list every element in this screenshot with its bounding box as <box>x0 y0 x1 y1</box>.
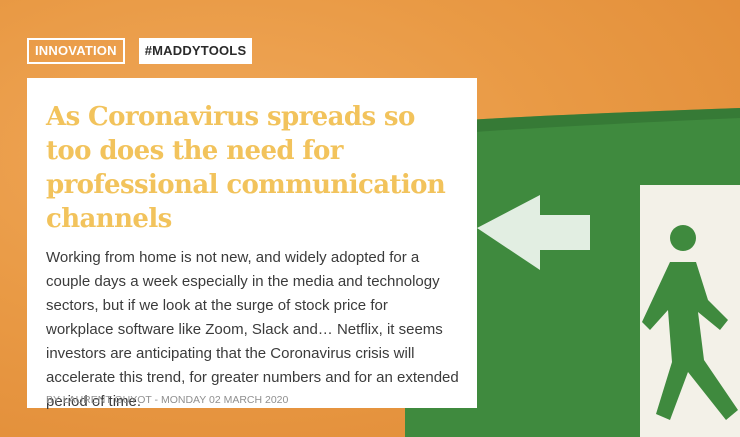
tag-innovation[interactable]: Innovation <box>27 38 125 64</box>
tag-maddytools[interactable]: #maddytools <box>138 38 253 64</box>
article-card[interactable]: As Coronavirus spreads so too does the n… <box>27 78 477 410</box>
article-headline[interactable]: As Coronavirus spreads so too does the n… <box>46 100 459 236</box>
article-byline: By Laurent Guyot - Monday 02 March 2020 <box>46 394 289 406</box>
tag-list: Innovation #maddytools <box>27 38 253 64</box>
article-excerpt: Working from home is not new, and widely… <box>46 249 459 410</box>
